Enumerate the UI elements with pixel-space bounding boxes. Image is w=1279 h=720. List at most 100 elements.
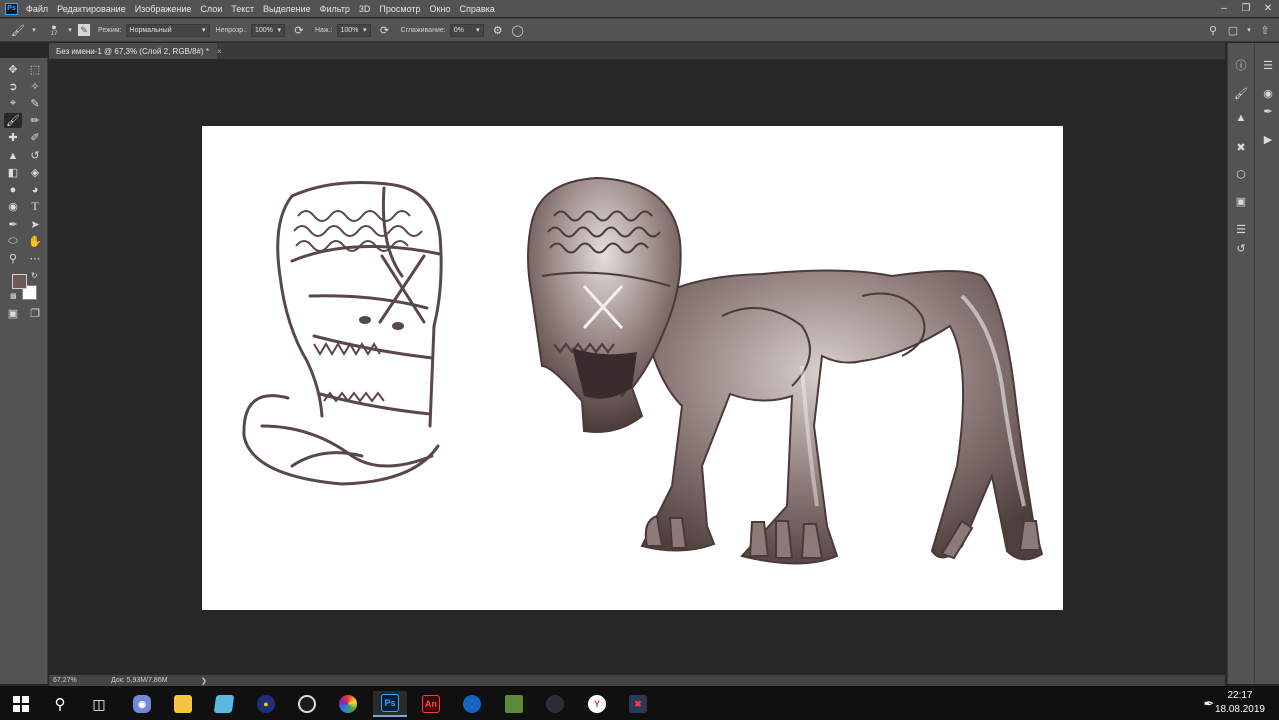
brush-panel-icon[interactable]: ✎: [78, 24, 90, 36]
move-tool-icon[interactable]: ✥: [4, 62, 22, 77]
clock[interactable]: 22:17 18.08.2019: [1215, 689, 1265, 717]
options-bar: 🖌 ▾ ● 17 ▾ ✎ Режим: Нормальный ▾ Непрозр…: [0, 18, 1279, 42]
gear-icon[interactable]: ⚙: [490, 22, 506, 38]
close-tab-icon[interactable]: ×: [217, 47, 222, 56]
brush-settings-icon[interactable]: 🖌: [1231, 85, 1251, 101]
menu-edit[interactable]: Редактирование: [57, 4, 126, 14]
menu-image[interactable]: Изображение: [135, 4, 192, 14]
right-panel-dock: ⓘ 🖌 ▲ ✖ ⬡ ▣ ☰ ↺ ☰ ◉ ✒ ▶: [1227, 43, 1279, 684]
eraser-tool-icon[interactable]: ◧: [4, 165, 22, 180]
swap-colors-icon[interactable]: ↻: [31, 271, 38, 280]
pressure-opacity-icon[interactable]: ⟳: [291, 22, 307, 38]
play-actions-icon[interactable]: ▶: [1258, 131, 1278, 147]
photoshop-taskbar-icon[interactable]: Ps: [373, 691, 407, 717]
blue-app-icon[interactable]: [455, 691, 489, 717]
default-colors-icon[interactable]: ▩: [10, 292, 17, 300]
menu-filter[interactable]: Фильтр: [320, 4, 350, 14]
pen-tool-icon[interactable]: ✒: [4, 217, 22, 232]
menu-layers[interactable]: Слои: [200, 4, 222, 14]
smudge-tool-icon[interactable]: ◉: [4, 199, 22, 214]
marquee-tool-icon[interactable]: ⬚: [26, 62, 44, 77]
layers-icon[interactable]: ☰: [1231, 221, 1251, 237]
chevron-down-icon[interactable]: ▾: [1245, 22, 1253, 38]
discord-icon[interactable]: ◉: [125, 691, 159, 717]
hand-tool-icon[interactable]: ✋: [26, 234, 44, 249]
type-tool-icon[interactable]: T: [26, 199, 44, 214]
pressure-size-icon[interactable]: ◯: [510, 22, 526, 38]
adjustments-icon[interactable]: ☰: [1258, 57, 1278, 73]
brush-tool-icon[interactable]: 🖌: [4, 113, 22, 128]
dodge-tool-icon[interactable]: ◕: [26, 182, 44, 197]
steam-icon[interactable]: [290, 691, 324, 717]
brush-preset-icon[interactable]: ● 17: [46, 22, 62, 38]
healing-tool-icon[interactable]: ✚: [4, 130, 22, 145]
document-tab[interactable]: Без имени-1 @ 67,3% (Слой 2, RGB/8#) * ×: [49, 43, 222, 59]
info-icon[interactable]: ⓘ: [1231, 57, 1251, 73]
paths-icon[interactable]: ✒: [1258, 103, 1278, 119]
smoothing-field[interactable]: 0% ▾: [449, 23, 484, 37]
history-brush-icon[interactable]: ↺: [26, 148, 44, 163]
menu-view[interactable]: Просмотр: [379, 4, 420, 14]
yandex-browser-icon[interactable]: Y: [580, 691, 614, 717]
opacity-field[interactable]: 100% ▾: [250, 23, 285, 37]
menu-select[interactable]: Выделение: [263, 4, 311, 14]
zoom-tool-icon[interactable]: ⚲: [4, 251, 22, 266]
status-menu-icon[interactable]: ❯: [201, 677, 207, 685]
minimize-icon[interactable]: –: [1213, 0, 1235, 17]
status-bar: 67,27% Док: 5,93M/7,86M ❯: [49, 675, 1225, 686]
chevron-down-icon: ▾: [363, 27, 367, 34]
color-icon[interactable]: ◉: [1258, 85, 1278, 101]
brush-tool-icon[interactable]: 🖌: [10, 22, 26, 38]
pencil-tool-icon[interactable]: ✏: [26, 113, 44, 128]
menu-file[interactable]: Файл: [26, 4, 48, 14]
mixer-brush-icon[interactable]: ✐: [26, 130, 44, 145]
airbrush-icon[interactable]: ⟳: [377, 22, 393, 38]
obs-icon[interactable]: [538, 691, 572, 717]
menu-3d[interactable]: 3D: [359, 4, 371, 14]
search-icon[interactable]: ⚲: [43, 691, 77, 717]
channels-icon[interactable]: ▣: [1231, 193, 1251, 209]
color-app-icon[interactable]: [331, 691, 365, 717]
menu-window[interactable]: Окно: [430, 4, 451, 14]
windows-start-icon[interactable]: [4, 691, 38, 717]
mode-select[interactable]: Нормальный ▾: [125, 23, 210, 37]
chevron-down-icon[interactable]: ▾: [66, 22, 74, 38]
menu-text[interactable]: Текст: [231, 4, 254, 14]
animate-taskbar-label: An: [422, 695, 440, 713]
photoshop-logo[interactable]: Ps: [5, 2, 18, 15]
animate-icon[interactable]: An: [414, 691, 448, 717]
screen-mode-icon[interactable]: ❐: [26, 306, 44, 321]
history-icon[interactable]: ↺: [1231, 240, 1251, 256]
clone-stamp-icon[interactable]: ▲: [4, 148, 22, 163]
zoom-level[interactable]: 67,27%: [53, 677, 111, 684]
foreground-color-swatch[interactable]: [12, 274, 27, 289]
file-explorer-icon[interactable]: [166, 691, 200, 717]
paint-bucket-icon[interactable]: ◈: [26, 165, 44, 180]
clone-source-icon[interactable]: ▲: [1231, 110, 1251, 126]
crop-tool-icon[interactable]: ⌖: [4, 96, 22, 111]
document-canvas[interactable]: [202, 126, 1063, 610]
quick-mask-icon[interactable]: ▣: [4, 306, 22, 321]
workspace-icon[interactable]: ▢: [1225, 22, 1241, 38]
search-icon[interactable]: ⚲: [1205, 22, 1221, 38]
lasso-tool-icon[interactable]: ➲: [4, 79, 22, 94]
opera-icon[interactable]: ●: [249, 691, 283, 717]
quick-select-tool-icon[interactable]: ✧: [26, 79, 44, 94]
ellipse-tool-icon[interactable]: ⬭: [4, 234, 22, 249]
notepad-icon[interactable]: [207, 691, 241, 717]
pressure-field[interactable]: 100% ▾: [336, 23, 371, 37]
tools-presets-icon[interactable]: ✖: [1231, 139, 1251, 155]
menu-help[interactable]: Справка: [459, 4, 494, 14]
3d-cube-icon[interactable]: ⬡: [1231, 166, 1251, 182]
minecraft-icon[interactable]: [497, 691, 531, 717]
eyedropper-tool-icon[interactable]: ✎: [26, 96, 44, 111]
path-select-icon[interactable]: ➤: [26, 217, 44, 232]
red-tool-icon[interactable]: ✖: [621, 691, 655, 717]
share-icon[interactable]: ⇧: [1257, 22, 1273, 38]
more-tools-icon[interactable]: ⋯: [26, 251, 44, 266]
blur-tool-icon[interactable]: ●: [4, 182, 22, 197]
task-view-icon[interactable]: ◫: [82, 691, 116, 717]
chevron-down-icon[interactable]: ▾: [30, 22, 38, 38]
restore-icon[interactable]: ❐: [1235, 0, 1257, 17]
close-icon[interactable]: ✕: [1257, 0, 1279, 17]
